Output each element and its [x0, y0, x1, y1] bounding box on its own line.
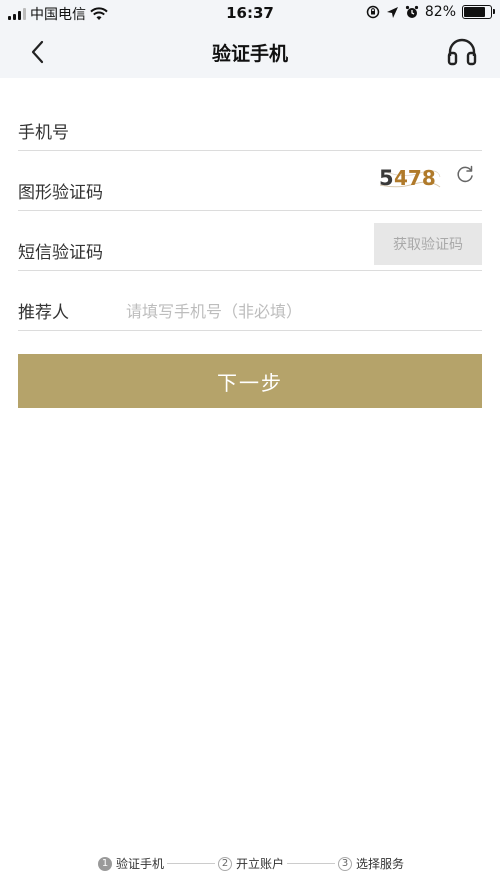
battery-percent: 82%: [424, 4, 456, 20]
captcha-input[interactable]: [18, 174, 362, 208]
step-select-service: 3 选择服务: [338, 855, 404, 872]
refresh-icon: [457, 165, 473, 183]
referrer-row: 推荐人: [18, 271, 482, 331]
status-bar: 中国电信 16:37 82%: [0, 0, 500, 26]
phone-row: 手机号: [18, 100, 482, 151]
rotation-lock-icon: [366, 5, 380, 19]
progress-steps: 1 验证手机 2 开立账户 3 选择服务: [98, 855, 404, 872]
step-label: 验证手机: [116, 857, 165, 871]
referrer-input[interactable]: [126, 296, 482, 326]
status-right: 82%: [366, 4, 495, 20]
step-number: 2: [218, 856, 233, 871]
headset-icon: [447, 38, 477, 66]
sms-row: 短信验证码 获取验证码: [18, 211, 482, 271]
next-step-button[interactable]: 下一步: [18, 354, 482, 408]
step-number: 1: [98, 856, 112, 871]
step-connector: [287, 863, 336, 864]
step-label: 开立账户: [236, 857, 285, 871]
nav-bar: 验证手机: [0, 26, 500, 78]
customer-service-button[interactable]: [446, 36, 478, 68]
location-icon: [386, 6, 398, 18]
step-verify-phone: 1 验证手机: [98, 855, 164, 872]
captcha-refresh-button[interactable]: [454, 163, 476, 185]
step-label: 选择服务: [356, 857, 405, 871]
alarm-icon: [405, 5, 418, 18]
step-open-account: 2 开立账户: [218, 855, 284, 872]
sms-code-input[interactable]: [18, 234, 362, 268]
phone-input[interactable]: [18, 114, 482, 148]
captcha-digits-rest: 478: [394, 166, 436, 190]
captcha-digit-1: 5: [379, 166, 394, 190]
captcha-image[interactable]: 5 478: [378, 163, 442, 193]
get-sms-code-button[interactable]: 获取验证码: [374, 223, 482, 265]
verification-form: 手机号 图形验证码 5 478 短信验证码 获取验证码 推荐人: [18, 100, 482, 331]
captcha-row: 图形验证码 5 478: [18, 151, 482, 211]
page-title: 验证手机: [211, 43, 288, 65]
step-connector: [167, 863, 216, 864]
battery-icon: [462, 5, 495, 19]
referrer-label: 推荐人: [18, 303, 69, 323]
step-number: 3: [338, 856, 353, 871]
